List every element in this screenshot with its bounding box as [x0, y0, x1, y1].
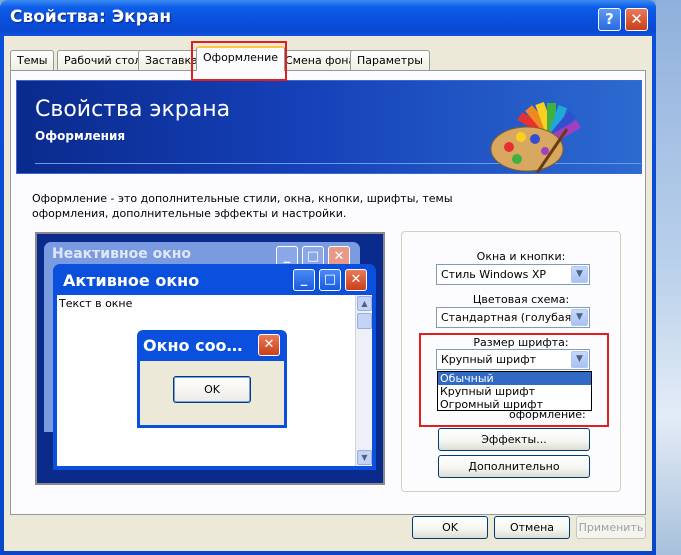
windows-buttons-label: Окна и кнопки:	[476, 250, 566, 263]
scroll-up-icon[interactable]: ▲	[357, 296, 372, 311]
close-icon: ✕	[258, 334, 280, 356]
window-text: Текст в окне	[59, 297, 133, 310]
font-size-option-huge[interactable]: Огромный шрифт	[438, 398, 591, 411]
ok-button[interactable]: OK	[412, 516, 488, 539]
description-text: Оформление - это дополнительные стили, о…	[32, 192, 453, 220]
windows-buttons-value: Стиль Windows XP	[441, 268, 547, 281]
banner-subtitle: Оформления	[35, 129, 126, 143]
color-scheme-label: Цветовая схема:	[472, 293, 570, 306]
minimize-icon: _	[293, 269, 315, 291]
font-size-option-large[interactable]: Крупный шрифт	[438, 385, 591, 398]
message-box-body: OK	[140, 361, 284, 425]
font-size-label: Размер шрифта:	[473, 336, 569, 349]
cancel-button[interactable]: Отмена	[494, 516, 570, 539]
color-scheme-select[interactable]: Стандартная (голубая) ▼	[436, 307, 590, 328]
active-window-title: Активное окно	[63, 271, 200, 290]
tab-themes[interactable]: Темы	[10, 50, 55, 70]
message-box-title: Окно соо…	[143, 336, 243, 355]
font-size-select[interactable]: Крупный шрифт ▼	[436, 349, 590, 370]
advanced-button[interactable]: Дополнительно	[438, 455, 590, 478]
color-scheme-value: Стандартная (голубая)	[441, 311, 576, 324]
font-size-dropdown-list: Обычный Крупный шрифт Огромный шрифт	[437, 371, 592, 411]
tab-screensaver[interactable]: Заставка	[138, 50, 205, 70]
maximize-icon: □	[319, 269, 341, 291]
close-button[interactable]: ✕	[625, 8, 648, 31]
tab-settings[interactable]: Параметры	[350, 50, 430, 70]
chevron-down-icon[interactable]: ▼	[571, 266, 588, 283]
vertical-scrollbar[interactable]: ▲ ▼	[355, 295, 372, 466]
tab-desktop[interactable]: Рабочий стол	[57, 50, 149, 70]
banner: Свойства экрана Оформления	[16, 80, 642, 174]
scroll-down-icon[interactable]: ▼	[357, 450, 372, 465]
banner-title: Свойства экрана	[35, 97, 231, 122]
apply-button[interactable]: Применить	[576, 516, 646, 539]
effects-button[interactable]: Эффекты...	[438, 428, 590, 451]
scroll-thumb[interactable]	[357, 313, 372, 329]
window-title: Свойства: Экран	[10, 7, 172, 27]
inactive-window-title: Неактивное окно	[52, 246, 192, 262]
desktop-background	[656, 0, 681, 555]
help-button[interactable]: ?	[598, 8, 621, 31]
chevron-down-icon[interactable]: ▼	[571, 351, 588, 368]
title-bar[interactable]: Свойства: Экран ? ✕	[0, 0, 656, 36]
message-box-preview: Окно соо… ✕ OK	[137, 330, 287, 428]
tab-appearance[interactable]: Оформление	[196, 46, 285, 71]
chevron-down-icon[interactable]: ▼	[571, 309, 588, 326]
windows-buttons-select[interactable]: Стиль Windows XP ▼	[436, 264, 590, 285]
font-size-option-normal[interactable]: Обычный	[438, 372, 591, 385]
paint-palette-icon	[490, 101, 581, 173]
font-size-value: Крупный шрифт	[441, 353, 537, 366]
close-icon: ✕	[345, 269, 367, 291]
message-ok-button: OK	[173, 376, 251, 403]
